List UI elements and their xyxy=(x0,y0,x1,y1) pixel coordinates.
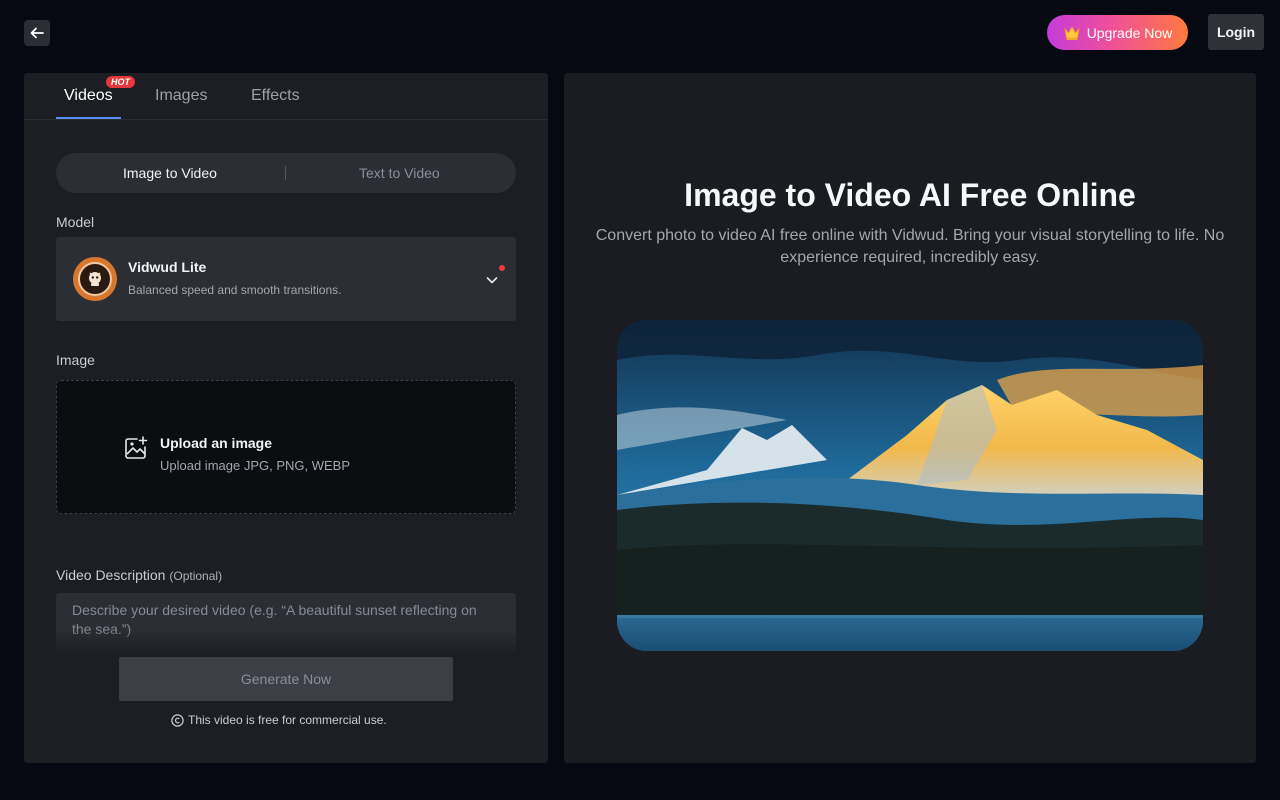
image-upload-dropzone[interactable]: Upload an image Upload image JPG, PNG, W… xyxy=(56,380,516,514)
login-button[interactable]: Login xyxy=(1208,14,1264,50)
hot-badge: HOT xyxy=(106,76,135,88)
video-description-title: Video Description xyxy=(56,567,166,583)
model-selector[interactable]: Vidwud Lite Balanced speed and smooth tr… xyxy=(56,237,516,321)
chevron-down-icon[interactable] xyxy=(485,273,499,287)
image-plus-icon xyxy=(125,436,148,459)
hero-title: Image to Video AI Free Online xyxy=(684,177,1136,213)
copyright-icon xyxy=(171,713,184,727)
hero-subtitle: Convert photo to video AI free online wi… xyxy=(595,227,1225,266)
image-section-label: Image xyxy=(56,352,95,368)
model-logo-icon xyxy=(89,272,101,286)
upload-formats: Upload image JPG, PNG, WEBP xyxy=(160,458,351,473)
tab-videos[interactable]: Videos xyxy=(64,87,113,105)
commercial-use-text: This video is free for commercial use. xyxy=(188,713,387,727)
video-description-label: Video Description (Optional) xyxy=(56,567,222,583)
preview-panel: Image to Video AI Free Online Convert ph… xyxy=(564,73,1256,763)
optional-tag: (Optional) xyxy=(169,569,223,583)
upload-title: Upload an image xyxy=(160,435,273,451)
model-section-label: Model xyxy=(56,214,95,230)
description-fade xyxy=(56,629,516,655)
model-name: Vidwud Lite xyxy=(128,259,207,275)
generator-panel: Videos HOT Images Effects Image to Video… xyxy=(24,73,548,763)
tab-effects[interactable]: Effects xyxy=(251,87,300,105)
upgrade-now-button[interactable]: Upgrade Now xyxy=(1047,15,1188,50)
back-arrow-icon xyxy=(30,27,44,39)
mode-image-to-video[interactable]: Image to Video xyxy=(123,165,217,181)
back-button[interactable] xyxy=(24,20,50,46)
category-tabs: Videos HOT Images Effects xyxy=(24,73,548,120)
mode-text-to-video[interactable]: Text to Video xyxy=(359,165,440,181)
notification-dot xyxy=(499,265,505,271)
hero-mountain-image xyxy=(617,320,1203,651)
mode-switch: Image to Video Text to Video xyxy=(56,153,516,193)
generate-now-button[interactable]: Generate Now xyxy=(119,657,453,701)
model-description: Balanced speed and smooth transitions. xyxy=(128,283,342,297)
commercial-use-note: This video is free for commercial use. xyxy=(171,713,387,727)
tab-images[interactable]: Images xyxy=(155,87,207,105)
active-tab-indicator xyxy=(56,117,121,119)
crown-icon xyxy=(1064,25,1080,40)
mode-divider xyxy=(285,166,286,180)
upgrade-now-label: Upgrade Now xyxy=(1086,24,1173,41)
model-avatar xyxy=(73,257,117,301)
